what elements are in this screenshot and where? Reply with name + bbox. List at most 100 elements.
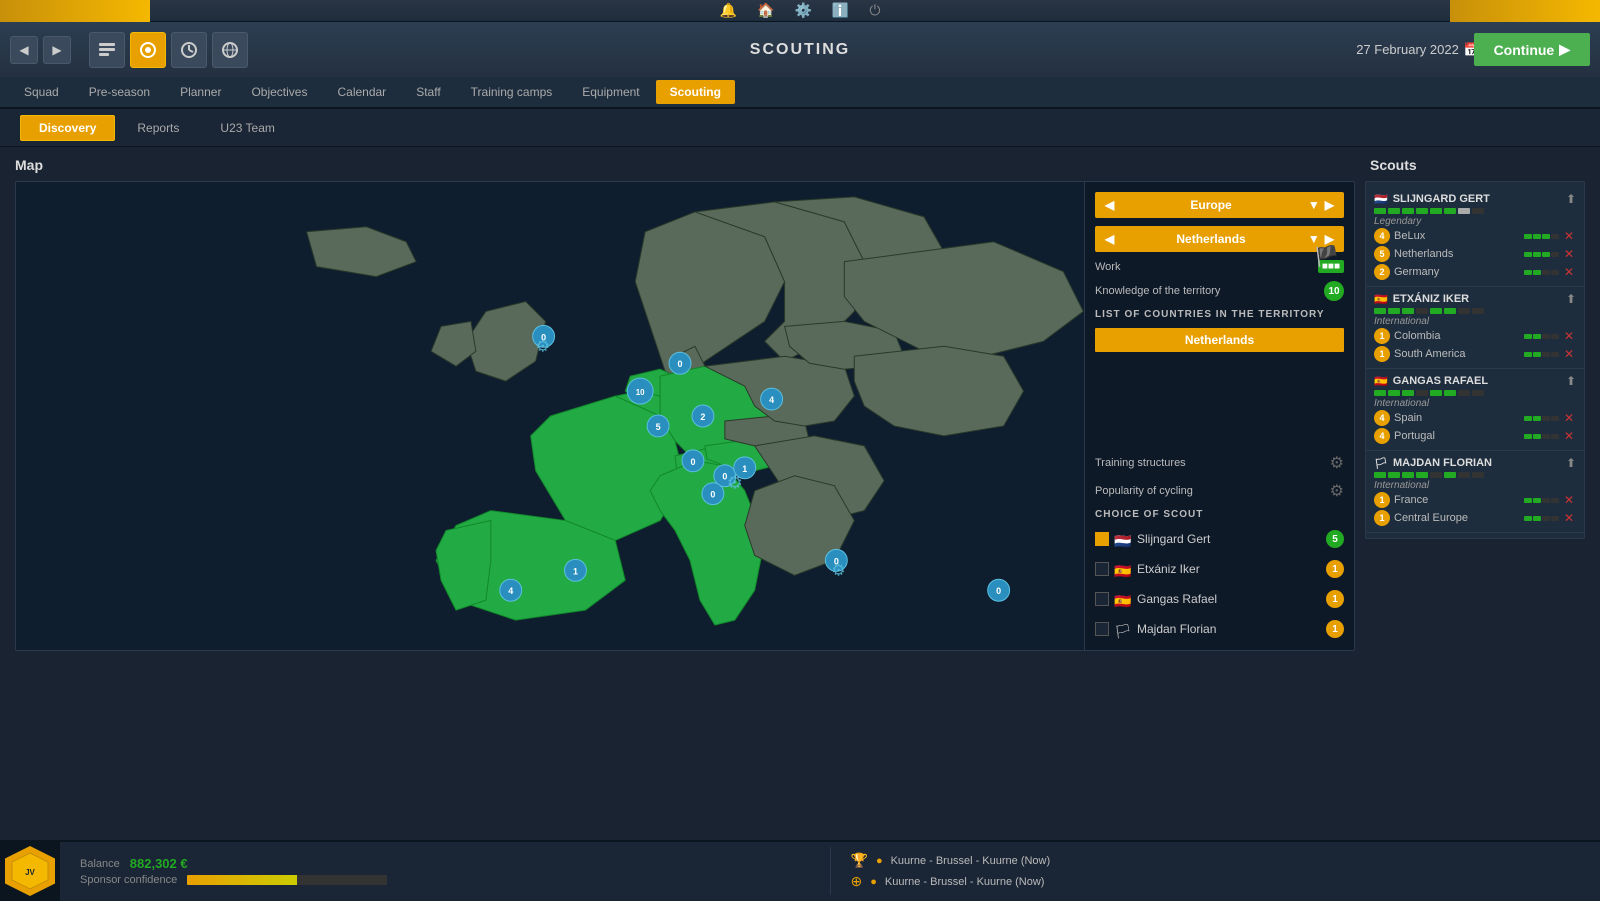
majdan-badge: 1 bbox=[1326, 620, 1344, 638]
gangas-checkbox[interactable] bbox=[1095, 592, 1109, 606]
tab-calendar[interactable]: Calendar bbox=[323, 80, 400, 104]
spain-bar bbox=[1524, 416, 1559, 421]
majdan-name: Majdan Florian bbox=[1137, 622, 1216, 636]
portugal-bar bbox=[1524, 434, 1559, 439]
belux-num: 4 bbox=[1374, 228, 1390, 244]
race-event-2: ⊕ ● Kuurne - Brussel - Kuurne (Now) bbox=[851, 873, 1581, 890]
etxaniz-collapse-btn[interactable]: ⬆ bbox=[1566, 292, 1576, 306]
gangas-spain-name: 4 Spain bbox=[1374, 410, 1422, 426]
scouting-icon-button[interactable] bbox=[130, 32, 166, 68]
subtab-u23[interactable]: U23 Team bbox=[201, 115, 293, 141]
etxaniz-skill-bar bbox=[1374, 308, 1576, 314]
scout-choice-etxaniz[interactable]: 🇪🇸 Etxániz Iker 1 bbox=[1095, 558, 1344, 580]
popularity-stat: Popularity of cycling ⚙ bbox=[1095, 481, 1344, 501]
knowledge-badge: 10 bbox=[1324, 281, 1344, 301]
etxaniz-checkbox[interactable] bbox=[1095, 562, 1109, 576]
tab-preseason[interactable]: Pre-season bbox=[75, 80, 164, 104]
tab-scouting[interactable]: Scouting bbox=[656, 80, 735, 104]
balance-value: 882,302 € bbox=[130, 856, 188, 871]
southamerica-bar bbox=[1524, 352, 1559, 357]
map-title: Map bbox=[15, 157, 1355, 173]
subtab-discovery[interactable]: Discovery bbox=[20, 115, 115, 141]
tab-training-camps[interactable]: Training camps bbox=[457, 80, 567, 104]
squad-icon-button[interactable] bbox=[89, 32, 125, 68]
scout-choice-slijngard[interactable]: 🇳🇱 Slijngard Gert 5 bbox=[1095, 528, 1344, 550]
tab-staff[interactable]: Staff bbox=[402, 80, 454, 104]
balance-row: Balance 882,302 € bbox=[80, 856, 810, 871]
southamerica-del-btn[interactable]: ✕ bbox=[1562, 347, 1576, 361]
region-next-icon[interactable]: ▶ bbox=[1325, 198, 1334, 212]
france-del-btn[interactable]: ✕ bbox=[1562, 493, 1576, 507]
skill-seg-2 bbox=[1388, 208, 1400, 214]
settings-icon[interactable]: ⚙️ bbox=[794, 2, 811, 19]
etxaniz-southamerica-name: 1 South America bbox=[1374, 346, 1466, 362]
scout-slijngard: 🇳🇱 SLIJNGARD GERT ⬆ bbox=[1366, 187, 1584, 287]
sponsor-row: Sponsor confidence bbox=[80, 874, 810, 886]
majdan-level: International bbox=[1374, 480, 1576, 491]
map-container[interactable]: 0 0 0 0 0 10 bbox=[15, 181, 1355, 651]
main-content: Map bbox=[0, 147, 1600, 840]
gangas-level: International bbox=[1374, 398, 1576, 409]
home-icon[interactable]: 🏠 bbox=[757, 2, 774, 19]
scout-slijngard-header: 🇳🇱 SLIJNGARD GERT ⬆ bbox=[1374, 192, 1576, 206]
slijngard-belux-name: 4 BeLux bbox=[1374, 228, 1425, 244]
trophy-icon: 🏆 bbox=[851, 852, 868, 869]
etxaniz-southamerica: 1 South America ✕ bbox=[1374, 345, 1576, 363]
slijngard-name: Slijngard Gert bbox=[1137, 532, 1210, 546]
centraleurope-del-btn[interactable]: ✕ bbox=[1562, 511, 1576, 525]
majdan-checkbox[interactable] bbox=[1095, 622, 1109, 636]
scout-choice-gangas[interactable]: 🇪🇸 Gangas Rafael 1 bbox=[1095, 588, 1344, 610]
continue-button[interactable]: Continue ▶ bbox=[1474, 33, 1590, 66]
etxaniz-seg-4 bbox=[1416, 308, 1428, 314]
globe-icon-button[interactable] bbox=[212, 32, 248, 68]
germany-bar bbox=[1524, 270, 1559, 275]
etxaniz-seg-5 bbox=[1430, 308, 1442, 314]
bottom-stats: Balance 882,302 € Sponsor confidence bbox=[60, 856, 830, 886]
slijngard-checkbox[interactable] bbox=[1095, 532, 1109, 546]
nav-back-button[interactable]: ◀ bbox=[10, 36, 38, 64]
gangas-collapse-btn[interactable]: ⬆ bbox=[1566, 374, 1576, 388]
nav-forward-button[interactable]: ▶ bbox=[43, 36, 71, 64]
spain-del-btn[interactable]: ✕ bbox=[1562, 411, 1576, 425]
tab-equipment[interactable]: Equipment bbox=[568, 80, 653, 104]
scout-slijngard-controls[interactable]: ⬆ bbox=[1566, 192, 1576, 206]
power-icon[interactable]: ⏻ bbox=[869, 2, 880, 19]
netherlands-del-btn[interactable]: ✕ bbox=[1562, 247, 1576, 261]
svg-text:⚙: ⚙ bbox=[727, 473, 743, 493]
scout-majdan-header: 🏳 MAJDAN FLORIAN ⬆ bbox=[1374, 456, 1576, 470]
etxaniz-seg-3 bbox=[1402, 308, 1414, 314]
team-hex-logo: JV bbox=[5, 846, 55, 896]
region-selector[interactable]: ◀ Europe ▼ ▶ bbox=[1095, 192, 1344, 218]
subtab-reports[interactable]: Reports bbox=[118, 115, 198, 141]
tab-squad[interactable]: Squad bbox=[10, 80, 73, 104]
etxaniz-colombia: 1 Colombia ✕ bbox=[1374, 327, 1576, 345]
centraleurope-bar bbox=[1524, 516, 1559, 521]
scout-majdan-name: 🏳 MAJDAN FLORIAN bbox=[1374, 457, 1492, 470]
gold-left-corner bbox=[0, 0, 150, 22]
bell-icon[interactable]: 🔔 bbox=[720, 2, 737, 19]
slijngard-belux: 4 BeLux ✕ bbox=[1374, 227, 1576, 245]
france-bar bbox=[1524, 498, 1559, 503]
skill-seg-8 bbox=[1472, 208, 1484, 214]
etxaniz-seg-1 bbox=[1374, 308, 1386, 314]
belux-del-btn[interactable]: ✕ bbox=[1562, 229, 1576, 243]
slijngard-collapse-btn[interactable]: ⬆ bbox=[1566, 192, 1576, 206]
tab-objectives[interactable]: Objectives bbox=[237, 80, 321, 104]
colombia-del-btn[interactable]: ✕ bbox=[1562, 329, 1576, 343]
portugal-del-btn[interactable]: ✕ bbox=[1562, 429, 1576, 443]
clock-icon-button[interactable] bbox=[171, 32, 207, 68]
race2-label: Kuurne - Brussel - Kuurne (Now) bbox=[885, 876, 1045, 888]
svg-text:1: 1 bbox=[573, 566, 578, 576]
scout-gangas-name: 🇪🇸 GANGAS RAFAEL bbox=[1374, 375, 1488, 388]
scout-slijngard-name: 🇳🇱 SLIJNGARD GERT bbox=[1374, 193, 1490, 206]
region-dropdown-icon[interactable]: ▼ bbox=[1308, 198, 1320, 212]
tab-planner[interactable]: Planner bbox=[166, 80, 235, 104]
germany-del-btn[interactable]: ✕ bbox=[1562, 265, 1576, 279]
selected-country[interactable]: Netherlands bbox=[1095, 328, 1344, 352]
scout-choice-majdan[interactable]: 🏳 Majdan Florian 1 bbox=[1095, 618, 1344, 640]
slijngard-germany: 2 Germany ✕ bbox=[1374, 263, 1576, 281]
svg-text:0: 0 bbox=[996, 586, 1001, 596]
info-icon[interactable]: ℹ️ bbox=[832, 2, 849, 19]
country-selector[interactable]: ◀ Netherlands ▼ ▶ bbox=[1095, 226, 1344, 252]
majdan-collapse-btn[interactable]: ⬆ bbox=[1566, 456, 1576, 470]
